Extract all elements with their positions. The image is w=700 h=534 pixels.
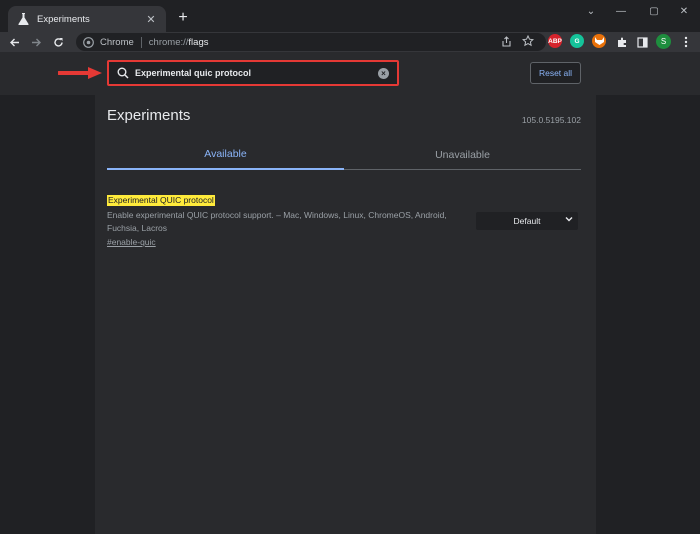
minimize-button[interactable]: — xyxy=(604,0,638,22)
adblock-plus-icon[interactable]: ABP xyxy=(548,34,562,48)
browser-toolbar: Chrome chrome:// flags ABP G S xyxy=(0,32,700,52)
reload-icon[interactable] xyxy=(50,34,66,50)
tab-search-icon[interactable]: ⌄ xyxy=(574,0,608,22)
close-window-button[interactable]: ✕ xyxy=(667,0,700,22)
new-tab-button[interactable]: + xyxy=(174,9,192,27)
flag-state-value: Default xyxy=(513,216,541,226)
annotation-arrow-icon xyxy=(58,67,102,79)
flag-anchor-link[interactable]: #enable-quic xyxy=(107,237,156,247)
profile-avatar[interactable]: S xyxy=(656,34,671,49)
share-icon[interactable] xyxy=(498,33,514,49)
side-panel-icon[interactable] xyxy=(634,34,650,50)
maximize-button[interactable]: ▢ xyxy=(637,0,671,22)
forward-icon[interactable] xyxy=(28,34,44,50)
flag-search-box[interactable]: × xyxy=(107,60,399,86)
omnibox-divider xyxy=(140,36,142,48)
tab-available[interactable]: Available xyxy=(107,140,344,170)
tab-title: Experiments xyxy=(37,13,90,25)
more-menu-icon[interactable] xyxy=(678,34,694,50)
chrome-version: 105.0.5195.102 xyxy=(521,115,581,125)
search-input[interactable] xyxy=(135,68,378,78)
address-bar[interactable]: Chrome chrome:// flags xyxy=(76,33,546,51)
fox-extension-icon[interactable] xyxy=(592,34,606,48)
flask-icon xyxy=(16,12,30,26)
bookmark-star-icon[interactable] xyxy=(520,33,536,49)
chevron-down-icon xyxy=(565,215,573,225)
flag-description: Enable experimental QUIC protocol suppor… xyxy=(107,210,447,233)
tab-unavailable[interactable]: Unavailable xyxy=(344,140,581,170)
flag-name: Experimental QUIC protocol xyxy=(107,195,215,206)
page-title: Experiments xyxy=(107,107,191,124)
reset-all-button[interactable]: Reset all xyxy=(530,62,581,84)
back-icon[interactable] xyxy=(6,34,22,50)
browser-tab[interactable]: Experiments ✕ xyxy=(8,6,166,32)
url-path: flags xyxy=(188,36,209,48)
close-tab-icon[interactable]: ✕ xyxy=(144,13,158,26)
clear-search-icon[interactable]: × xyxy=(378,67,389,79)
url-scheme: chrome:// xyxy=(148,36,189,48)
flag-state-select[interactable]: Default xyxy=(476,212,578,230)
chrome-icon xyxy=(83,36,94,48)
search-icon xyxy=(117,67,129,79)
tab-strip: Experiments ✕ + ⌄ — ▢ ✕ xyxy=(0,0,700,32)
extensions-puzzle-icon[interactable] xyxy=(614,34,630,50)
omnibox-chip-label: Chrome xyxy=(100,36,134,48)
grammarly-icon[interactable]: G xyxy=(570,34,584,48)
